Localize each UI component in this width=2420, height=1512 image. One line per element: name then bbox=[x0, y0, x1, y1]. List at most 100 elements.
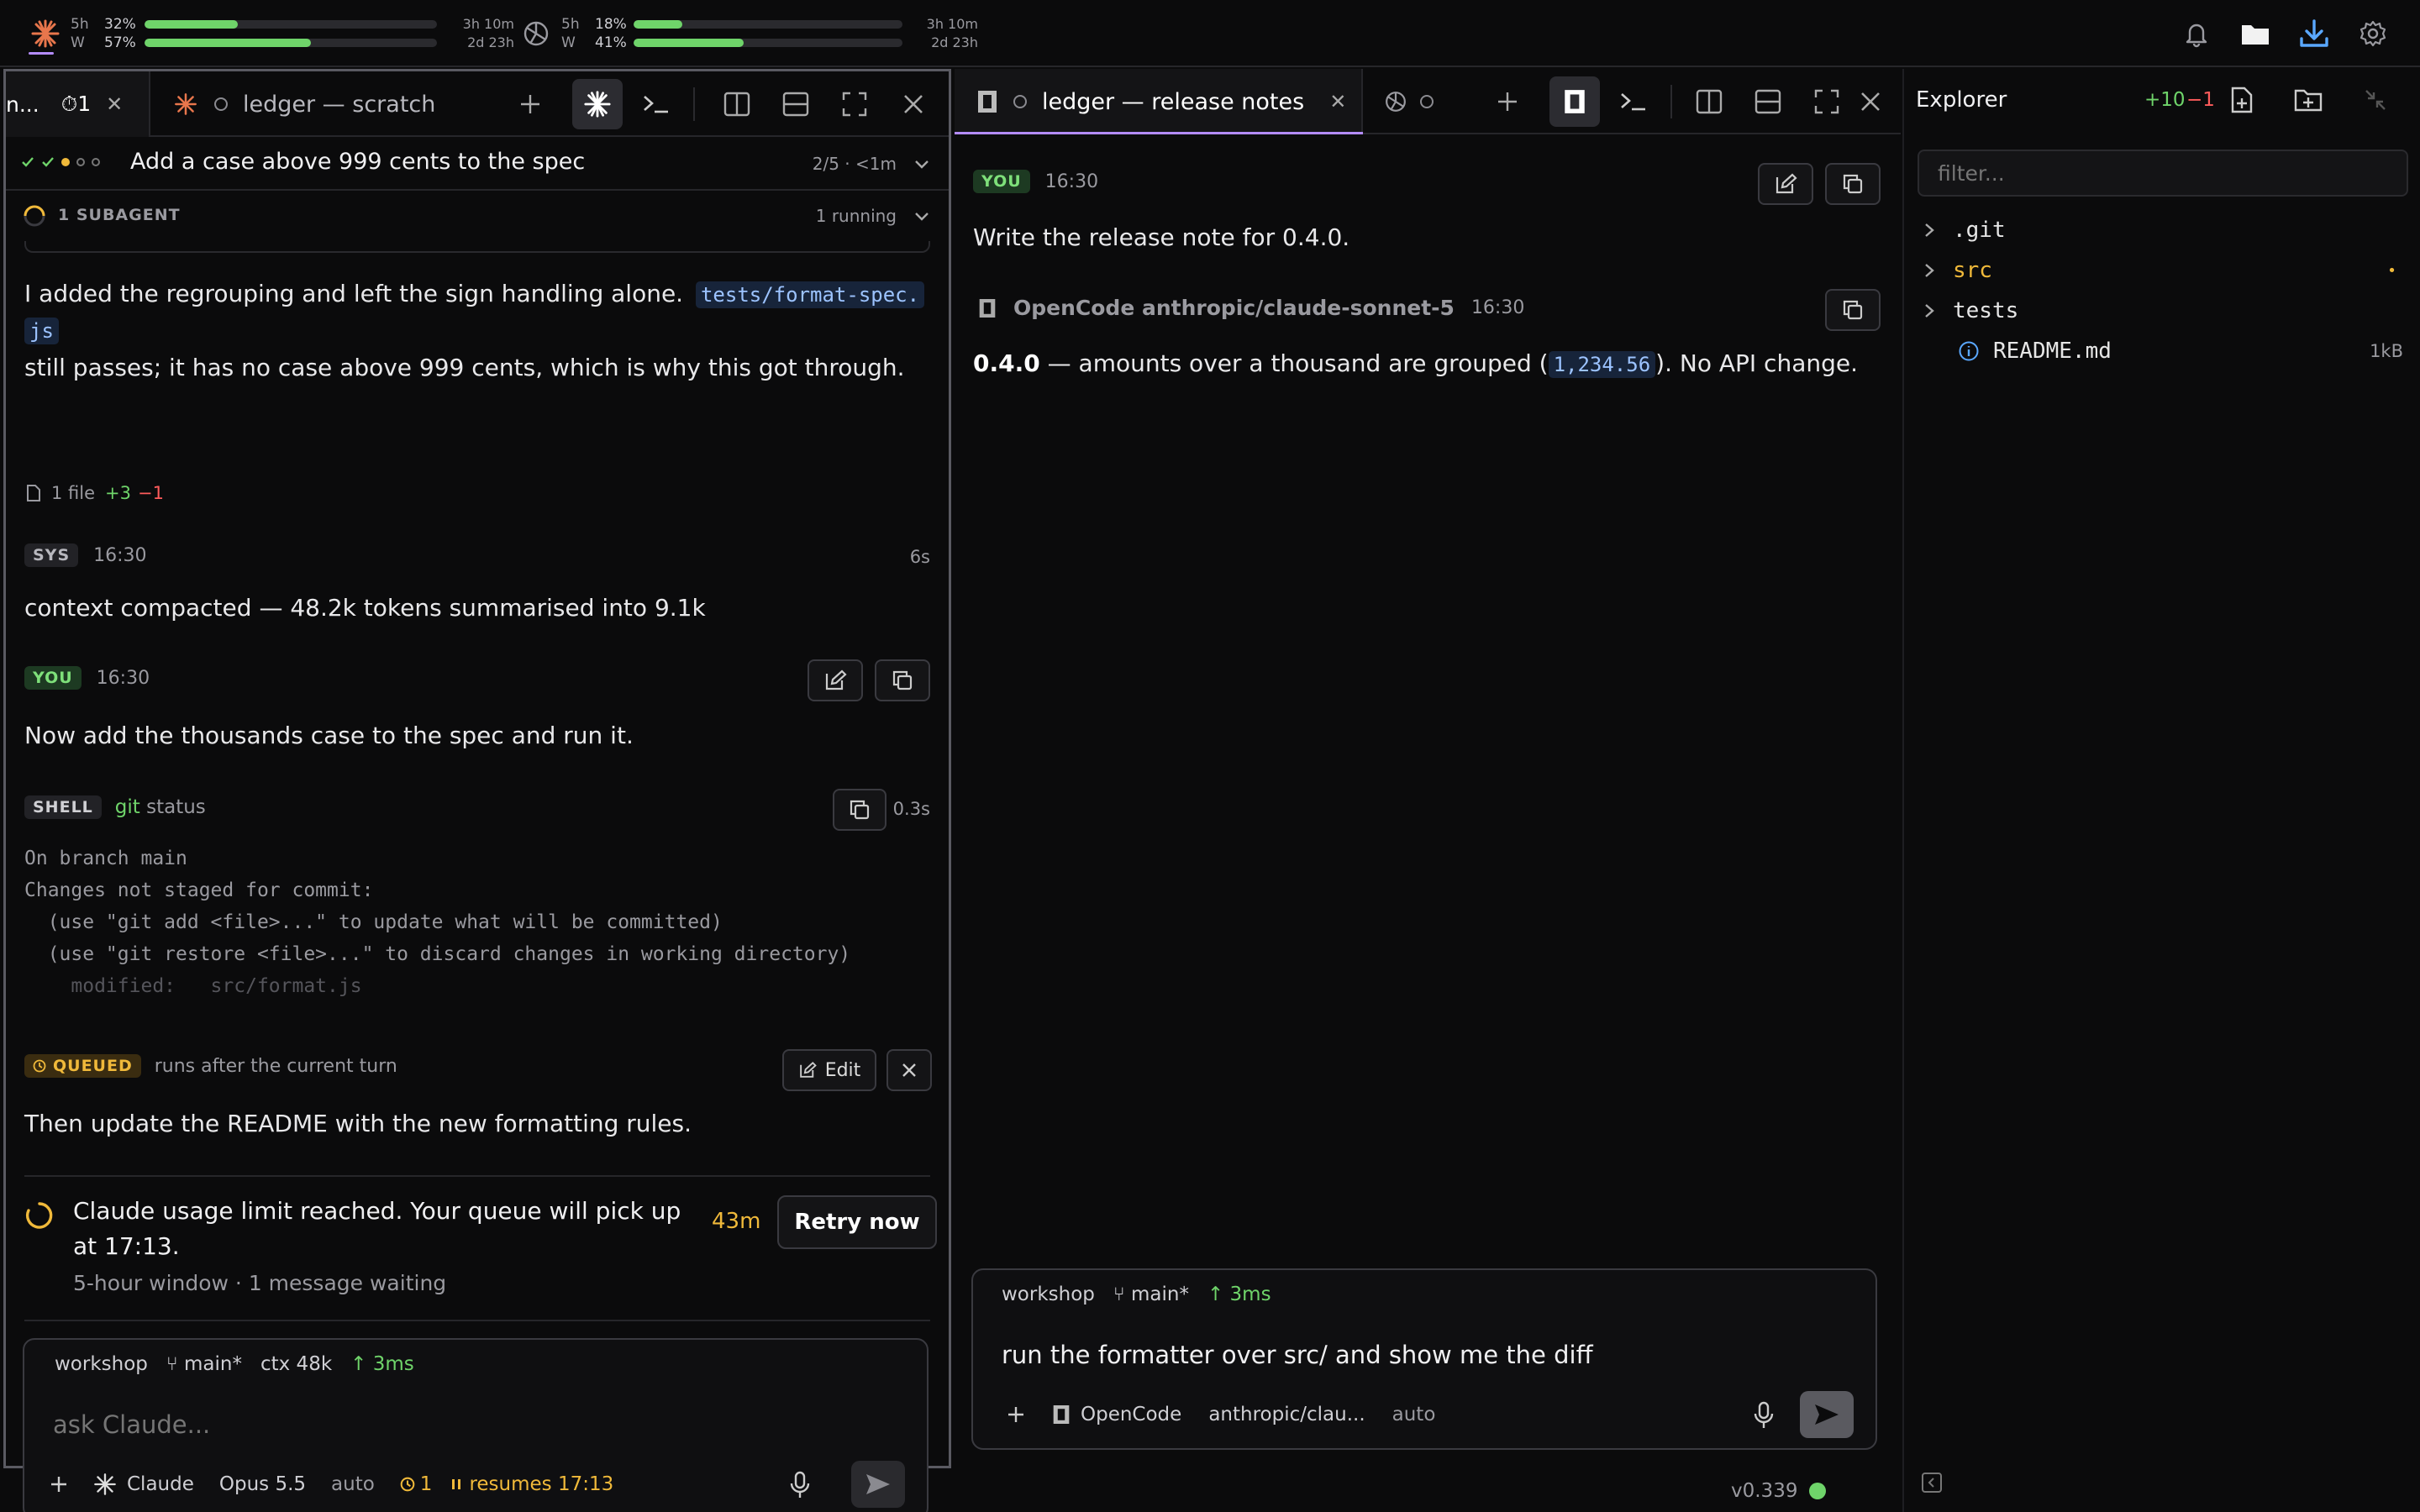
tree-item-tests[interactable]: tests bbox=[1921, 291, 2403, 331]
tree-item-src[interactable]: src • bbox=[1921, 250, 2403, 291]
subagent-label: 1 SUBAGENT bbox=[58, 206, 181, 224]
branch-label[interactable]: ⑂ main* bbox=[166, 1353, 242, 1375]
subagent-row[interactable]: 1 SUBAGENT 1 running bbox=[6, 192, 949, 239]
shell-header: SHELL git status bbox=[24, 795, 206, 819]
split-vertical-icon[interactable] bbox=[712, 79, 762, 129]
tab-openai-session[interactable] bbox=[1383, 69, 1467, 134]
close-icon[interactable]: ✕ bbox=[1329, 90, 1346, 113]
usage-5h-reset: 3h 10m bbox=[926, 16, 978, 32]
active-tab-underline bbox=[955, 132, 1363, 134]
bell-icon[interactable] bbox=[2180, 17, 2213, 50]
workspace-label[interactable]: workshop bbox=[55, 1353, 148, 1375]
microphone-icon[interactable] bbox=[789, 1471, 811, 1499]
send-button[interactable] bbox=[851, 1461, 905, 1508]
you-badge: YOU bbox=[24, 666, 82, 690]
divider bbox=[24, 1175, 930, 1177]
new-folder-icon[interactable] bbox=[2294, 87, 2323, 113]
branch-label[interactable]: ⑂ main* bbox=[1113, 1284, 1189, 1305]
inline-code: js bbox=[24, 318, 59, 344]
sys-badge: SYS bbox=[24, 543, 79, 567]
split-horizontal-icon[interactable] bbox=[1743, 76, 1793, 127]
explorer-filter-input[interactable] bbox=[1918, 150, 2408, 197]
agent-name: Claude bbox=[127, 1473, 194, 1495]
message-input[interactable] bbox=[1002, 1334, 1842, 1376]
tab-session-1[interactable]: n... ⏱1 ✕ bbox=[6, 71, 150, 137]
explorer-title: Explorer bbox=[1916, 87, 2007, 113]
claude-logo-icon bbox=[175, 93, 197, 115]
claude-session-pane: n... ⏱1 ✕ ledger — scratch Add a case ab… bbox=[3, 69, 951, 1512]
gear-icon[interactable] bbox=[2356, 17, 2390, 50]
add-attachment-icon[interactable] bbox=[1007, 1405, 1025, 1424]
copy-message-button[interactable] bbox=[1825, 163, 1881, 205]
model-selector[interactable]: anthropic/clau... bbox=[1208, 1404, 1365, 1425]
maximize-icon[interactable] bbox=[829, 79, 880, 129]
terminal-icon[interactable] bbox=[631, 79, 681, 129]
mode-selector[interactable]: auto bbox=[331, 1473, 375, 1495]
close-icon[interactable]: ✕ bbox=[106, 92, 123, 116]
shell-duration: 0.3s bbox=[892, 799, 930, 819]
status-bar: v0.339 bbox=[1731, 1480, 1827, 1502]
tree-item-readme[interactable]: README.md 1kB bbox=[1921, 331, 2403, 371]
diff-summary[interactable]: 1 file +3 −1 bbox=[26, 483, 164, 503]
copy-output-button[interactable] bbox=[833, 789, 886, 831]
agent-selector[interactable]: Claude bbox=[93, 1473, 194, 1496]
copy-message-button[interactable] bbox=[1825, 289, 1881, 331]
split-horizontal-icon[interactable] bbox=[771, 79, 821, 129]
message-time: 16:30 bbox=[93, 544, 147, 566]
microphone-icon[interactable] bbox=[1753, 1401, 1775, 1430]
tab-ledger-scratch[interactable]: ledger — scratch bbox=[174, 71, 493, 137]
send-button[interactable] bbox=[1800, 1391, 1854, 1438]
collapse-panel-icon[interactable] bbox=[2363, 87, 2388, 113]
remove-queued-button[interactable] bbox=[886, 1049, 932, 1091]
opencode-agent-icon[interactable] bbox=[1549, 76, 1600, 127]
pane1-tab-bar: n... ⏱1 ✕ ledger — scratch bbox=[6, 71, 949, 137]
chevron-down-icon[interactable] bbox=[913, 211, 930, 223]
maximize-icon[interactable] bbox=[1802, 76, 1852, 127]
edit-message-button[interactable] bbox=[808, 659, 863, 701]
agent-selector[interactable]: OpenCode bbox=[1052, 1403, 1181, 1426]
openai-logo-icon bbox=[1386, 92, 1406, 112]
edit-icon bbox=[1776, 173, 1797, 194]
close-icon bbox=[902, 1063, 916, 1077]
tab-ledger-release-notes[interactable]: ledger — release notes ✕ bbox=[955, 69, 1363, 134]
retry-now-button[interactable]: Retry now bbox=[777, 1195, 937, 1249]
close-pane-icon[interactable] bbox=[1845, 76, 1896, 127]
assistant-message: I added the regrouping and left the sign… bbox=[24, 276, 930, 386]
edit-message-button[interactable] bbox=[1758, 163, 1813, 205]
claude-agent-icon[interactable] bbox=[572, 79, 623, 129]
tree-item-label: src bbox=[1953, 258, 1992, 283]
new-file-icon[interactable] bbox=[2230, 86, 2254, 114]
chevron-down-icon[interactable] bbox=[913, 159, 930, 171]
terminal-icon[interactable] bbox=[1608, 76, 1659, 127]
task-progress-row[interactable]: Add a case above 999 cents to the spec 2… bbox=[6, 139, 949, 191]
send-icon bbox=[866, 1474, 890, 1494]
model-selector[interactable]: Opus 5.5 bbox=[219, 1473, 306, 1495]
opencode-composer: workshop ⑂ main* ↑ 3ms OpenCode anthropi… bbox=[971, 1268, 1877, 1450]
split-vertical-icon[interactable] bbox=[1684, 76, 1734, 127]
tree-item-git[interactable]: .git bbox=[1921, 210, 2403, 250]
message-input[interactable] bbox=[53, 1404, 809, 1446]
usage-w-label: W bbox=[71, 34, 85, 51]
download-icon[interactable] bbox=[2297, 17, 2331, 50]
claude-usage-meter[interactable]: 5h W 32% 57% 3h 10m 2d 23h bbox=[25, 13, 514, 55]
pending-step-dot bbox=[76, 158, 85, 166]
shell-line: (use "git add <file>..." to update what … bbox=[24, 911, 723, 933]
openai-usage-meter[interactable]: 5h W 18% 41% 3h 10m 2d 23h bbox=[516, 13, 1003, 54]
new-tab-plus-icon[interactable] bbox=[1482, 76, 1533, 127]
folder-icon[interactable] bbox=[2238, 17, 2272, 50]
queue-count[interactable]: 1 bbox=[400, 1473, 432, 1495]
add-attachment-icon[interactable] bbox=[50, 1475, 68, 1494]
mode-selector[interactable]: auto bbox=[1392, 1404, 1436, 1425]
sidebar-toggle-icon[interactable] bbox=[1921, 1472, 1943, 1494]
usage-5h-bar bbox=[145, 20, 437, 29]
new-tab-plus-icon[interactable] bbox=[505, 79, 555, 129]
edit-queued-button[interactable]: Edit bbox=[782, 1049, 876, 1091]
close-pane-icon[interactable] bbox=[888, 79, 939, 129]
you-badge: YOU bbox=[973, 170, 1030, 193]
inline-code: tests/format-spec. bbox=[695, 281, 925, 308]
pending-step-dot bbox=[92, 158, 100, 166]
copy-message-button[interactable] bbox=[875, 659, 930, 701]
workspace-label[interactable]: workshop bbox=[1002, 1284, 1095, 1305]
usage-5h-reset: 3h 10m bbox=[462, 16, 514, 32]
copy-icon bbox=[892, 670, 913, 690]
